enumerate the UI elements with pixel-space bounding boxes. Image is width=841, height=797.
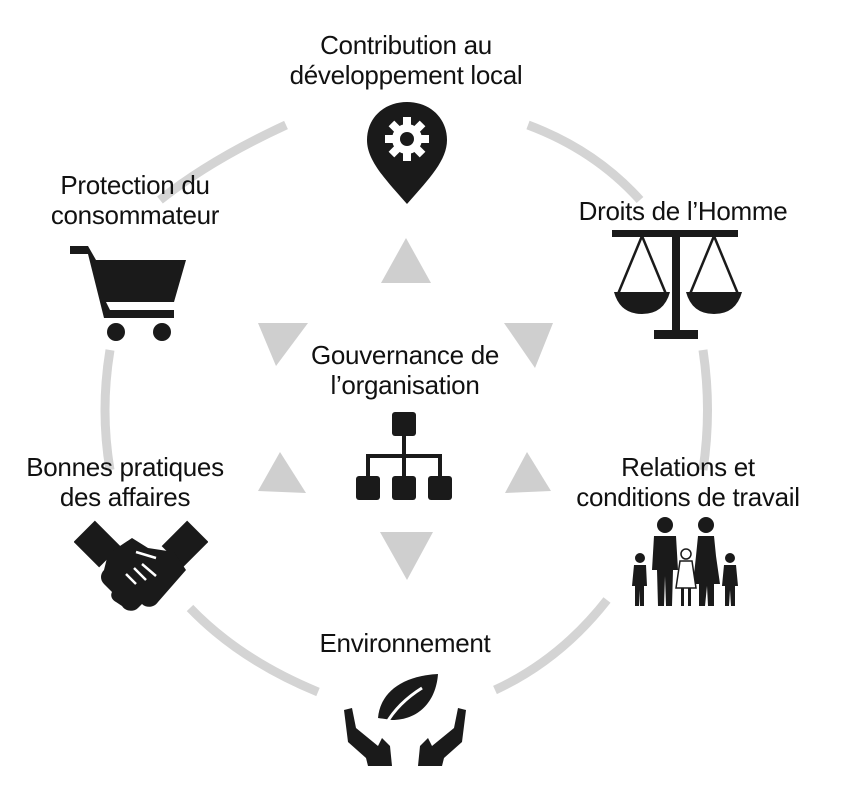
node-label-bottom-left-line1: Bonnes pratiques: [26, 452, 224, 482]
org-chart-icon: [356, 412, 452, 500]
node-label-bottom: Environnement: [280, 628, 530, 658]
ring-segment-top-right: [526, 120, 644, 204]
iso26000-diagram: Contribution au développement local Droi…: [0, 0, 841, 797]
arrow-up: [381, 238, 431, 283]
node-label-top-right-line1: Droits de l’Homme: [578, 196, 788, 226]
node-label-top-left: Protection du consommateur: [20, 170, 250, 230]
family-people-icon: [632, 517, 738, 606]
center-label-line1: Gouvernance de: [310, 340, 500, 370]
hands-leaf-icon: [344, 674, 466, 766]
node-label-top-line1: Contribution au: [320, 30, 492, 60]
node-label-top-left-line2: consommateur: [50, 200, 220, 230]
arrow-down-left: [258, 452, 306, 493]
arrow-down-right: [505, 452, 551, 493]
arrow-down: [380, 532, 433, 580]
node-label-top-line2: développement local: [289, 60, 523, 90]
shopping-cart-icon: [70, 246, 186, 341]
handshake-icon: [74, 520, 208, 611]
scales-of-justice-icon: [612, 230, 742, 339]
node-label-bottom-left-line2: des affaires: [59, 482, 191, 512]
node-label-top-left-line1: Protection du: [60, 170, 210, 200]
gear-map-pin-icon: [367, 102, 447, 204]
center-label-line2: l’organisation: [330, 370, 480, 400]
node-label-bottom-line1: Environnement: [319, 628, 491, 658]
node-label-top: Contribution au développement local: [250, 30, 562, 90]
node-label-top-right: Droits de l’Homme: [558, 196, 808, 226]
center-label: Gouvernance de l’organisation: [280, 340, 530, 400]
node-label-bottom-left: Bonnes pratiques des affaires: [0, 452, 250, 512]
node-label-bottom-right: Relations et conditions de travail: [548, 452, 828, 512]
node-label-bottom-right-line2: conditions de travail: [576, 482, 800, 512]
node-label-bottom-right-line1: Relations et: [621, 452, 755, 482]
